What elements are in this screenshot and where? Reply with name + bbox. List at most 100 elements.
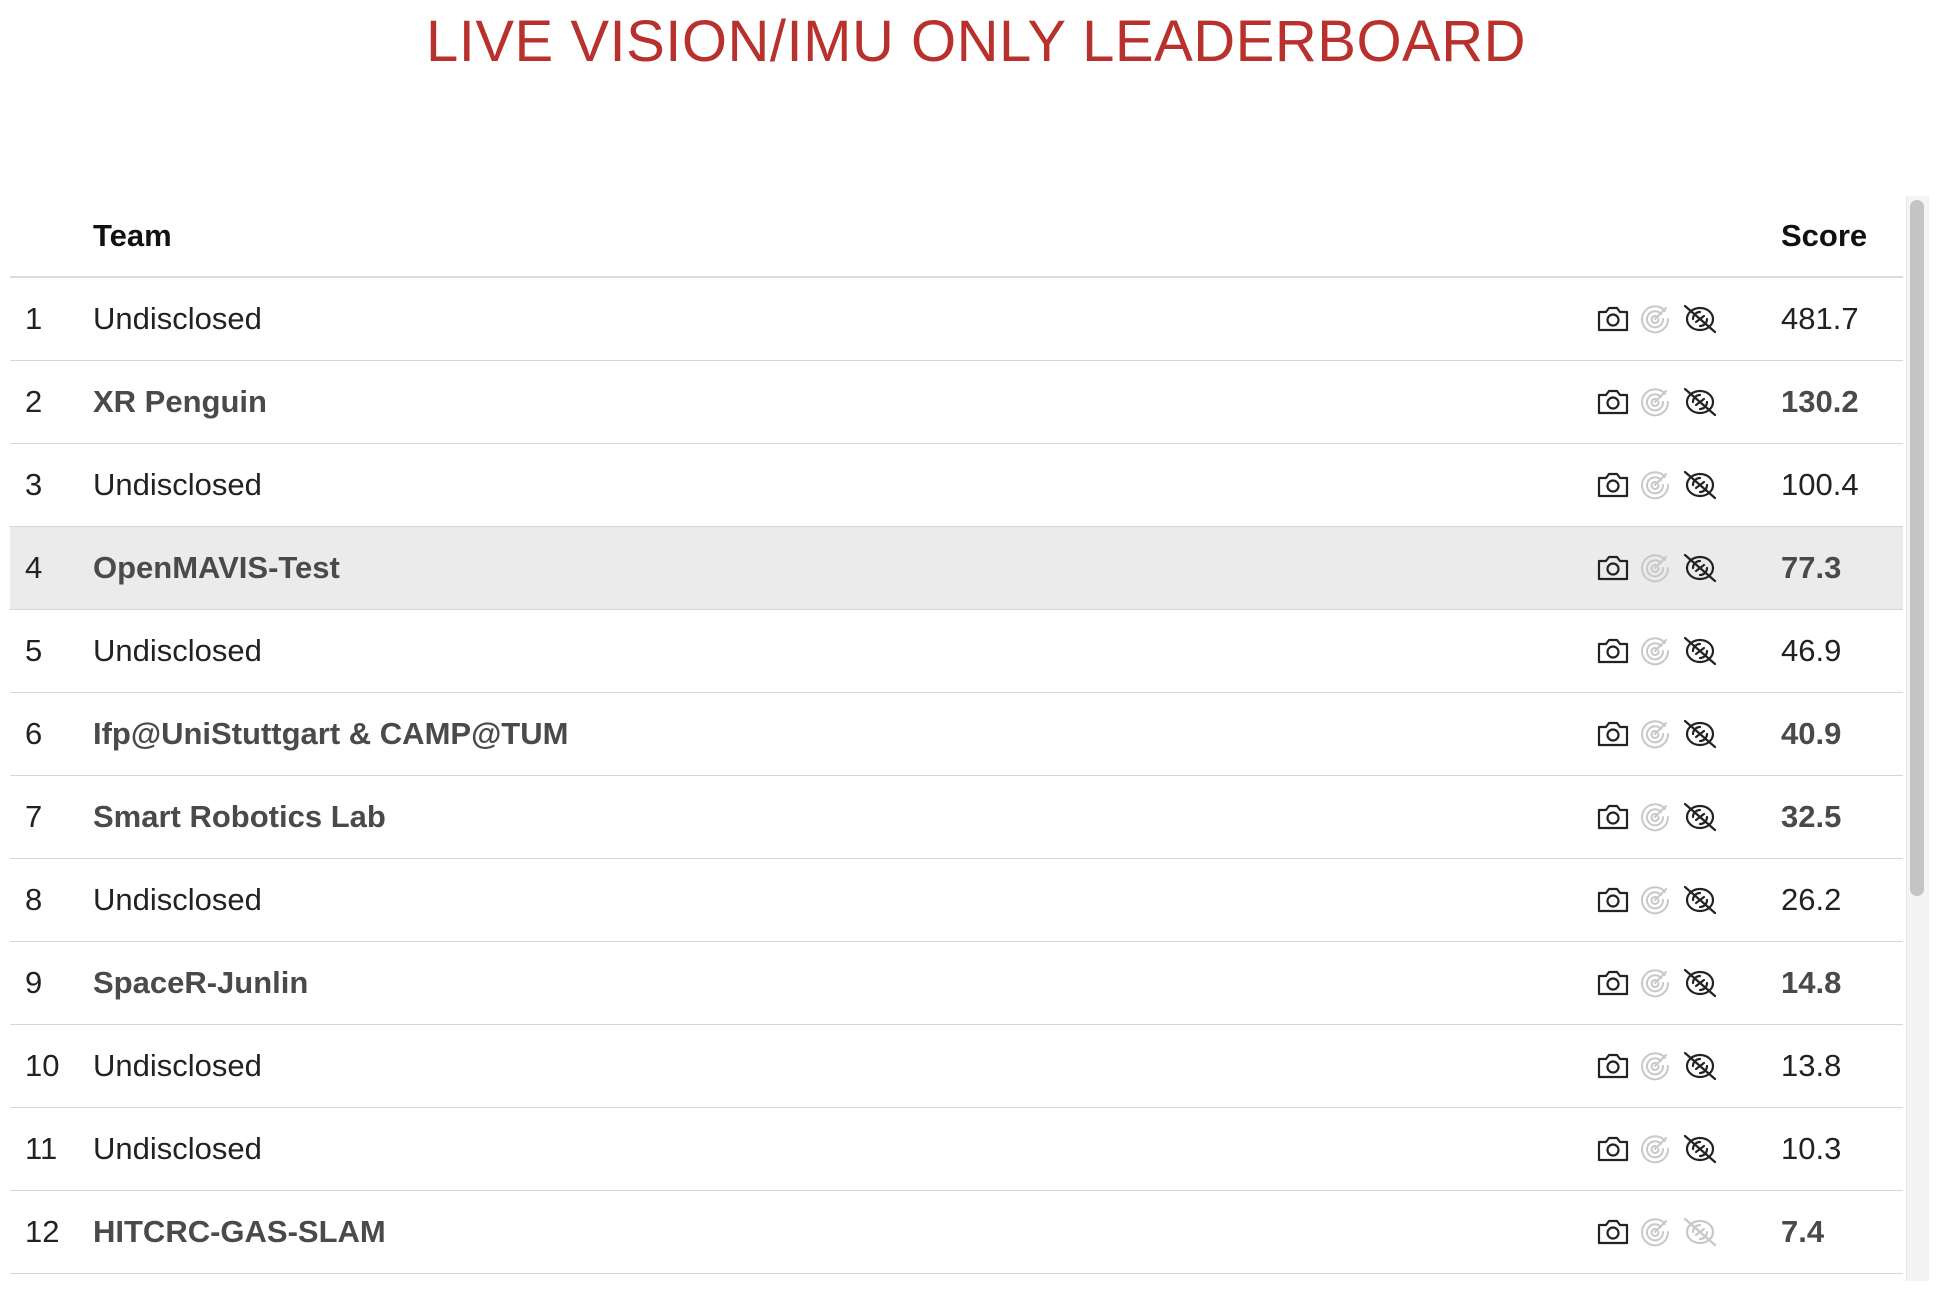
camera-icon: [1595, 301, 1631, 337]
camera-icon: [1595, 716, 1631, 752]
sensor-icons-cell: [1595, 526, 1743, 610]
column-header-team[interactable]: Team: [93, 196, 1595, 278]
score-cell: 32.5: [1743, 775, 1903, 859]
sensor-icons-cell: [1595, 775, 1743, 859]
sensor-icons: [1595, 965, 1743, 1001]
sensor-icons: [1595, 1131, 1743, 1167]
score-cell: 40.9: [1743, 692, 1903, 776]
sensor-icons: [1595, 716, 1743, 752]
sensor-icons-cell: [1595, 858, 1743, 942]
column-header-sensors: [1595, 196, 1743, 278]
page-title: LIVE VISION/IMU ONLY LEADERBOARD: [425, 9, 1527, 74]
table-header-row: Team Score: [10, 196, 1903, 278]
no-lidar-icon: [1679, 1048, 1721, 1084]
sensor-icons-cell: [1595, 1024, 1743, 1108]
sensor-icons-cell: [1595, 443, 1743, 527]
team-name-link[interactable]: OpenMAVIS-Test: [93, 526, 1595, 610]
no-lidar-icon: [1679, 799, 1721, 835]
rank-cell: 5: [10, 609, 93, 693]
table-row[interactable]: 2 XR Penguin 130.2: [10, 360, 1903, 444]
table-row[interactable]: 4 OpenMAVIS-Test 77.3: [10, 526, 1903, 610]
camera-icon: [1595, 1214, 1631, 1250]
no-lidar-icon: [1679, 716, 1721, 752]
score-cell: 10.3: [1743, 1107, 1903, 1191]
team-name-link[interactable]: HITCRC-GAS-SLAM: [93, 1190, 1595, 1274]
score-cell: 481.7: [1743, 277, 1903, 361]
no-lidar-icon: [1679, 384, 1721, 420]
table-row[interactable]: 1 Undisclosed 481.7: [10, 277, 1903, 361]
radar-disabled-icon: [1637, 1048, 1673, 1084]
radar-disabled-icon: [1637, 1131, 1673, 1167]
radar-disabled-icon: [1637, 799, 1673, 835]
radar-disabled-icon: [1637, 716, 1673, 752]
table-row[interactable]: 8 Undisclosed 26.2: [10, 858, 1903, 942]
sensor-icons: [1595, 384, 1743, 420]
rank-cell: 2: [10, 360, 93, 444]
table-row[interactable]: 7 Smart Robotics Lab 32.5: [10, 775, 1903, 859]
leaderboard-page: LIVE VISION/IMU ONLY LEADERBOARD Team Sc…: [0, 0, 1952, 1296]
sensor-icons-cell: [1595, 1190, 1743, 1274]
table-row[interactable]: 5 Undisclosed 46.9: [10, 609, 1903, 693]
no-lidar-icon: [1679, 301, 1721, 337]
no-lidar-icon: [1679, 1131, 1721, 1167]
sensor-icons: [1595, 1048, 1743, 1084]
sensor-icons-cell: [1595, 360, 1743, 444]
team-name: Undisclosed: [93, 1024, 1595, 1108]
sensor-icons: [1595, 550, 1743, 586]
scrollbar-thumb[interactable]: [1910, 200, 1924, 896]
sensor-icons: [1595, 799, 1743, 835]
score-cell: 13.8: [1743, 1024, 1903, 1108]
radar-disabled-icon: [1637, 301, 1673, 337]
sensor-icons-cell: [1595, 1107, 1743, 1191]
sensor-icons: [1595, 882, 1743, 918]
table-row[interactable]: 3 Undisclosed 100.4: [10, 443, 1903, 527]
camera-icon: [1595, 550, 1631, 586]
rank-cell: 12: [10, 1190, 93, 1274]
sensor-icons: [1595, 1214, 1743, 1250]
table-row[interactable]: 6 Ifp@UniStuttgart & CAMP@TUM 40.9: [10, 692, 1903, 776]
radar-disabled-icon: [1637, 384, 1673, 420]
leaderboard-table: Team Score 1 Undisclosed 481.7 2 XR Penguin 1…: [10, 196, 1903, 1274]
camera-icon: [1595, 965, 1631, 1001]
no-lidar-icon: [1679, 633, 1721, 669]
camera-icon: [1595, 1048, 1631, 1084]
sensor-icons-cell: [1595, 692, 1743, 776]
sensor-icons: [1595, 301, 1743, 337]
column-header-score[interactable]: Score: [1743, 196, 1903, 278]
team-name-link[interactable]: XR Penguin: [93, 360, 1595, 444]
rank-cell: 4: [10, 526, 93, 610]
score-cell: 14.8: [1743, 941, 1903, 1025]
no-lidar-icon: [1679, 882, 1721, 918]
team-name-link[interactable]: Smart Robotics Lab: [93, 775, 1595, 859]
team-name-link[interactable]: Ifp@UniStuttgart & CAMP@TUM: [93, 692, 1595, 776]
team-name: Undisclosed: [93, 277, 1595, 361]
team-name: Undisclosed: [93, 858, 1595, 942]
score-cell: 7.4: [1743, 1190, 1903, 1274]
table-row[interactable]: 12 HITCRC-GAS-SLAM 7.4: [10, 1190, 1903, 1274]
sensor-icons: [1595, 467, 1743, 503]
sensor-icons-cell: [1595, 941, 1743, 1025]
leaderboard-scroll-area[interactable]: Team Score 1 Undisclosed 481.7 2 XR Penguin 1…: [10, 196, 1932, 1281]
team-name-link[interactable]: SpaceR-Junlin: [93, 941, 1595, 1025]
score-cell: 26.2: [1743, 858, 1903, 942]
radar-disabled-icon: [1637, 1214, 1673, 1250]
camera-icon: [1595, 882, 1631, 918]
camera-icon: [1595, 633, 1631, 669]
camera-icon: [1595, 384, 1631, 420]
rank-cell: 6: [10, 692, 93, 776]
score-cell: 77.3: [1743, 526, 1903, 610]
no-lidar-icon: [1679, 467, 1721, 503]
camera-icon: [1595, 799, 1631, 835]
rank-cell: 7: [10, 775, 93, 859]
score-cell: 100.4: [1743, 443, 1903, 527]
sensor-icons: [1595, 633, 1743, 669]
table-row[interactable]: 11 Undisclosed 10.3: [10, 1107, 1903, 1191]
camera-icon: [1595, 1131, 1631, 1167]
no-lidar-icon: [1679, 965, 1721, 1001]
table-row[interactable]: 10 Undisclosed 13.8: [10, 1024, 1903, 1108]
sensor-icons-cell: [1595, 277, 1743, 361]
column-header-rank: [10, 196, 93, 278]
table-row[interactable]: 9 SpaceR-Junlin 14.8: [10, 941, 1903, 1025]
score-cell: 130.2: [1743, 360, 1903, 444]
leaderboard-body: 1 Undisclosed 481.7 2 XR Penguin 130.2 3 Undisc…: [10, 277, 1903, 1274]
